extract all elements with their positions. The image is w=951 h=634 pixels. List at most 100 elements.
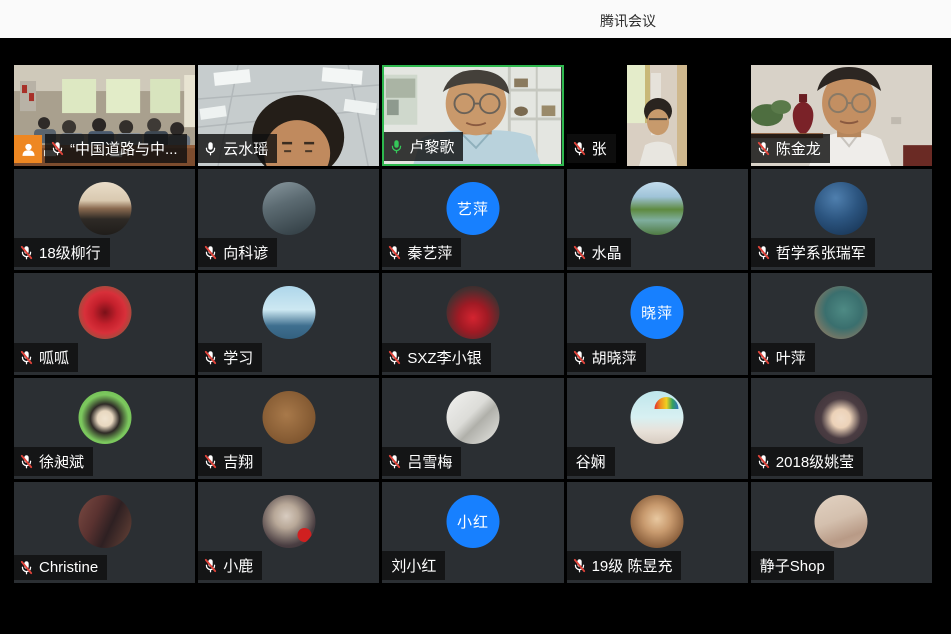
participant-name: 谷娴 <box>576 451 606 472</box>
participant-tile[interactable]: 艺萍 秦艺萍 <box>382 169 563 270</box>
avatar <box>631 391 684 444</box>
avatar <box>262 286 315 339</box>
name-plate: 18级柳行 <box>14 238 110 267</box>
participant-name: 19级 陈昱充 <box>592 555 673 576</box>
mic-muted-icon <box>572 244 587 261</box>
participant-grid: “中国道路与中... 云水瑶 <box>14 65 932 583</box>
mic-muted-icon <box>387 349 402 366</box>
participant-tile[interactable]: 陈金龙 <box>751 65 932 166</box>
avatar <box>815 286 868 339</box>
mic-muted-icon <box>572 349 587 366</box>
name-plate: 卢黎歌 <box>384 132 463 161</box>
mic-on-icon <box>203 140 218 157</box>
participant-tile[interactable]: “中国道路与中... <box>14 65 195 166</box>
participant-name: 向科谚 <box>223 242 268 263</box>
avatar <box>631 182 684 235</box>
participant-tile[interactable]: 19级 陈昱充 <box>567 482 748 583</box>
participant-name: 张 <box>592 138 607 159</box>
name-plate: 云水瑶 <box>198 134 277 163</box>
avatar <box>815 495 868 548</box>
participant-tile[interactable]: 吕雪梅 <box>382 378 563 479</box>
avatar <box>78 391 131 444</box>
participant-name: 吉翔 <box>223 451 253 472</box>
portrait-video-strip <box>627 65 687 166</box>
mic-muted-icon <box>572 140 587 157</box>
participant-name: 陈金龙 <box>776 138 821 159</box>
participant-tile[interactable]: 静子Shop <box>751 482 932 583</box>
participant-name: 云水瑶 <box>223 138 268 159</box>
name-plate: 张 <box>567 134 616 163</box>
participant-tile[interactable]: 吉翔 <box>198 378 379 479</box>
name-plate: 哲学系张瑞军 <box>751 238 875 267</box>
avatar <box>78 495 131 548</box>
participant-tile[interactable]: SXZ李小银 <box>382 273 563 374</box>
avatar <box>262 391 315 444</box>
host-badge-icon <box>14 135 42 163</box>
participant-name: 哲学系张瑞军 <box>776 242 866 263</box>
participant-name: 叶萍 <box>776 347 806 368</box>
participant-tile[interactable]: 云水瑶 <box>198 65 379 166</box>
participant-tile[interactable]: 向科谚 <box>198 169 379 270</box>
participant-tile[interactable]: Christine <box>14 482 195 583</box>
mic-muted-icon <box>572 557 587 574</box>
participant-name: 静子Shop <box>760 555 825 576</box>
participant-tile[interactable]: 张 <box>567 65 748 166</box>
participant-tile[interactable]: 学习 <box>198 273 379 374</box>
participant-tile[interactable]: 2018级姚莹 <box>751 378 932 479</box>
name-plate: 吉翔 <box>198 447 262 476</box>
participant-tile[interactable]: 小红 刘小红 <box>382 482 563 583</box>
participant-tile[interactable]: 晓萍 胡晓萍 <box>567 273 748 374</box>
mic-muted-icon <box>756 244 771 261</box>
participant-tile[interactable]: 小鹿 <box>198 482 379 583</box>
mic-muted-icon <box>756 140 771 157</box>
participant-name: “中国道路与中... <box>70 138 178 159</box>
participant-tile[interactable]: 叶萍 <box>751 273 932 374</box>
mic-muted-icon <box>19 559 34 576</box>
participant-tile-active-speaker[interactable]: 卢黎歌 <box>382 65 563 166</box>
name-plate: Christine <box>14 555 107 580</box>
participant-tile[interactable]: 水晶 <box>567 169 748 270</box>
participant-name: 呱呱 <box>39 347 69 368</box>
participant-name: 刘小红 <box>391 555 436 576</box>
participant-tile[interactable]: 谷娴 <box>567 378 748 479</box>
name-plate: 静子Shop <box>751 551 834 580</box>
avatar-initials-text: 晓萍 <box>641 302 673 323</box>
participant-name: 吕雪梅 <box>407 451 452 472</box>
name-plate: 陈金龙 <box>751 134 830 163</box>
name-plate: 秦艺萍 <box>382 238 461 267</box>
participant-name: 卢黎歌 <box>409 136 454 157</box>
name-plate: 2018级姚莹 <box>751 447 863 476</box>
name-plate: 向科谚 <box>198 238 277 267</box>
participant-name: 2018级姚莹 <box>776 451 854 472</box>
name-plate: 刘小红 <box>382 551 445 580</box>
avatar <box>446 391 499 444</box>
participant-name: 水晶 <box>592 242 622 263</box>
participant-tile[interactable]: 18级柳行 <box>14 169 195 270</box>
name-plate: 吕雪梅 <box>382 447 461 476</box>
participant-name: 小鹿 <box>223 555 253 576</box>
avatar <box>631 495 684 548</box>
mic-muted-icon <box>387 453 402 470</box>
mic-muted-icon <box>203 557 218 574</box>
mic-muted-icon <box>756 453 771 470</box>
participant-name: SXZ李小银 <box>407 347 481 368</box>
mic-muted-icon <box>19 244 34 261</box>
avatar-initials: 艺萍 <box>446 182 499 235</box>
mic-muted-icon <box>19 453 34 470</box>
mic-muted-icon <box>50 140 65 157</box>
participant-tile[interactable]: 呱呱 <box>14 273 195 374</box>
mic-muted-icon <box>19 349 34 366</box>
name-plate: 小鹿 <box>198 551 262 580</box>
participant-name: 徐昶斌 <box>39 451 84 472</box>
name-plate: 徐昶斌 <box>14 447 93 476</box>
participant-name: 秦艺萍 <box>407 242 452 263</box>
mic-muted-icon <box>203 244 218 261</box>
participant-tile[interactable]: 徐昶斌 <box>14 378 195 479</box>
participant-tile[interactable]: 哲学系张瑞军 <box>751 169 932 270</box>
avatar-initials: 晓萍 <box>631 286 684 339</box>
participant-name: 18级柳行 <box>39 242 101 263</box>
mic-muted-icon <box>387 244 402 261</box>
avatar-initials-text: 艺萍 <box>457 198 489 219</box>
name-plate: 叶萍 <box>751 343 815 372</box>
avatar-initials: 小红 <box>446 495 499 548</box>
